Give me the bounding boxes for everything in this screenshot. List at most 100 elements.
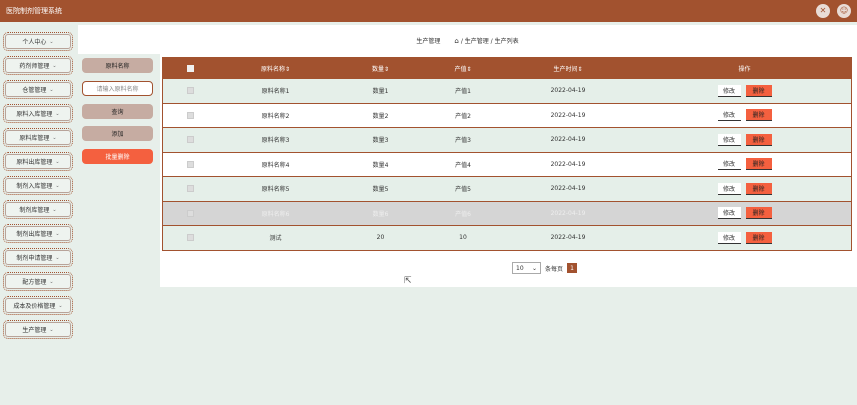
sort-icon: ⇕ xyxy=(284,65,291,73)
sort-icon: ⇕ xyxy=(383,65,390,73)
sidebar-item-material-inbound[interactable]: 原料入库管理 ⌄ xyxy=(3,104,73,123)
delete-button[interactable]: 删除 xyxy=(745,84,772,97)
sidebar-item-prep-stock[interactable]: 制剂库管理 ⌄ xyxy=(3,200,73,219)
header-ops: 操作 xyxy=(738,65,751,73)
sidebar-item-prep-inbound[interactable]: 制剂入库管理 ⌄ xyxy=(3,176,73,195)
edit-button[interactable]: 修改 xyxy=(717,182,741,195)
select-all-checkbox[interactable] xyxy=(187,64,194,72)
cell-name: 原料名称4 xyxy=(261,161,290,169)
cell-name: 原料名称5 xyxy=(261,186,290,194)
edit-button[interactable]: 修改 xyxy=(717,84,741,97)
sidebar-item-cost-price[interactable]: 成本及价格管理 ⌄ xyxy=(3,296,73,315)
delete-button[interactable]: 删除 xyxy=(745,109,772,122)
cell-date: 2022-04-19 xyxy=(550,87,586,95)
table-row: 原料名称5 数量5 产值5 2022-04-19 修改 删除 xyxy=(163,176,851,201)
row-checkbox[interactable] xyxy=(187,87,194,95)
table-row: 原料名称6 数量6 产值6 2022-04-19 修改 删除 xyxy=(163,200,851,225)
cell-value: 产值1 xyxy=(455,88,471,96)
cell-date: 2022-04-19 xyxy=(550,136,586,144)
table-row: 原料名称4 数量4 产值4 2022-04-19 修改 删除 xyxy=(163,151,851,176)
sidebar-item-prep-outbound[interactable]: 制剂出库管理 ⌄ xyxy=(3,224,73,243)
query-button[interactable]: 查询 xyxy=(82,104,153,119)
cell-value: 产值6 xyxy=(455,210,471,218)
chevron-down-icon: ⌄ xyxy=(52,206,57,213)
sidebar-item-pharmacists[interactable]: 药剂师管理 ⌄ xyxy=(3,56,73,75)
breadcrumb: 生产管理 ⌂ / 生产管理 / 生产列表 xyxy=(78,34,857,46)
cell-date: 2022-04-19 xyxy=(550,234,586,242)
delete-button[interactable]: 删除 xyxy=(745,158,772,171)
chevron-down-icon: ⌄ xyxy=(55,110,60,117)
app-title: 医院制剂管理系统 xyxy=(6,7,62,15)
delete-button[interactable]: 删除 xyxy=(745,207,772,220)
cell-name: 原料名称3 xyxy=(261,137,290,145)
chevron-down-icon: ⌄ xyxy=(55,182,60,189)
cell-name: 测试 xyxy=(269,235,282,243)
sidebar-item-prep-request[interactable]: 制剂申请管理 ⌄ xyxy=(3,248,73,267)
sort-icon: ⇕ xyxy=(466,65,472,73)
row-checkbox[interactable] xyxy=(187,209,194,217)
sidebar-item-material-outbound[interactable]: 原料出库管理 ⌄ xyxy=(3,152,73,171)
row-checkbox[interactable] xyxy=(187,234,194,242)
material-name-input[interactable]: 请输入原料名称 xyxy=(82,81,153,96)
cell-qty: 数量1 xyxy=(372,88,389,96)
delete-button[interactable]: 删除 xyxy=(745,231,772,244)
cell-date: 2022-04-19 xyxy=(550,160,586,168)
cell-value: 产值2 xyxy=(455,112,471,120)
per-page-label: 条每页 xyxy=(545,265,564,273)
mouse-cursor-icon: ⇱ xyxy=(404,276,412,286)
batch-delete-button[interactable]: 批量删除 xyxy=(82,149,153,164)
user-icon[interactable]: ☺ xyxy=(837,4,851,18)
cell-value: 产值3 xyxy=(455,137,471,145)
chevron-down-icon: ⌄ xyxy=(531,264,537,272)
edit-button[interactable]: 修改 xyxy=(717,109,741,122)
chevron-down-icon: ⌄ xyxy=(49,278,54,285)
edit-button[interactable]: 修改 xyxy=(717,158,741,171)
home-icon[interactable]: ⌂ xyxy=(454,37,458,45)
header-value[interactable]: 产值⇕ xyxy=(428,64,498,73)
sidebar-item-material-stock[interactable]: 原料库管理 ⌄ xyxy=(3,128,73,147)
chevron-down-icon: ⌄ xyxy=(49,38,54,45)
row-checkbox[interactable] xyxy=(187,185,194,193)
edit-button[interactable]: 修改 xyxy=(717,133,741,146)
sidebar-item-formula[interactable]: 配方管理 ⌄ xyxy=(3,272,73,291)
filter-label: 原料名称 xyxy=(82,58,153,73)
cell-date: 2022-04-19 xyxy=(550,111,586,119)
header-qty[interactable]: 数量⇕ xyxy=(333,64,428,73)
edit-button[interactable]: 修改 xyxy=(717,207,741,220)
table-row: 测试 20 10 2022-04-19 修改 删除 xyxy=(163,225,851,250)
row-checkbox[interactable] xyxy=(187,160,194,168)
sidebar-item-warehouse[interactable]: 仓管管理 ⌄ xyxy=(3,80,73,99)
breadcrumb-path: / 生产管理 / 生产列表 xyxy=(460,37,519,45)
chevron-down-icon: ⌄ xyxy=(49,86,54,93)
header-date[interactable]: 生产时间⇕ xyxy=(498,64,638,73)
sidebar: 个人中心 ⌄ 药剂师管理 ⌄ 仓管管理 ⌄ 原料入库管理 ⌄ 原料库管理 ⌄ 原料出库管理… xyxy=(0,22,78,405)
page-number-button[interactable]: 1 xyxy=(567,263,578,273)
cell-qty: 数量3 xyxy=(372,137,389,145)
row-checkbox[interactable] xyxy=(187,111,194,119)
top-icons: ✕ ☺ xyxy=(816,4,851,18)
sidebar-item-production[interactable]: 生产管理 ⌄ xyxy=(3,320,73,339)
chevron-down-icon: ⌄ xyxy=(55,158,60,165)
edit-button[interactable]: 修改 xyxy=(717,231,741,244)
chevron-down-icon: ⌄ xyxy=(49,326,54,333)
row-checkbox[interactable] xyxy=(187,136,194,144)
page-size-select[interactable]: 10 ⌄ xyxy=(512,262,541,274)
expand-icon[interactable]: ✕ xyxy=(816,4,830,18)
delete-button[interactable]: 删除 xyxy=(745,182,772,195)
add-button[interactable]: 添加 xyxy=(82,126,153,141)
chevron-down-icon: ⌄ xyxy=(55,254,60,261)
sort-icon: ⇕ xyxy=(577,65,583,73)
cell-value: 10 xyxy=(459,234,467,242)
chevron-down-icon: ⌄ xyxy=(55,230,60,237)
sidebar-item-profile[interactable]: 个人中心 ⌄ xyxy=(3,32,73,51)
chevron-down-icon: ⌄ xyxy=(52,134,57,141)
cell-qty: 数量2 xyxy=(372,112,389,120)
delete-button[interactable]: 删除 xyxy=(745,133,772,146)
cell-value: 产值5 xyxy=(455,186,471,194)
header-name[interactable]: 原料名称⇕ xyxy=(218,64,333,73)
pagination: 10 ⌄ 条每页 1 xyxy=(512,262,578,274)
table-row: 原料名称2 数量2 产值2 2022-04-19 修改 删除 xyxy=(163,102,851,127)
cell-date: 2022-04-19 xyxy=(550,185,586,193)
cell-qty: 数量4 xyxy=(372,161,389,169)
table-header: 原料名称⇕ 数量⇕ 产值⇕ 生产时间⇕ 操作 xyxy=(163,58,851,78)
